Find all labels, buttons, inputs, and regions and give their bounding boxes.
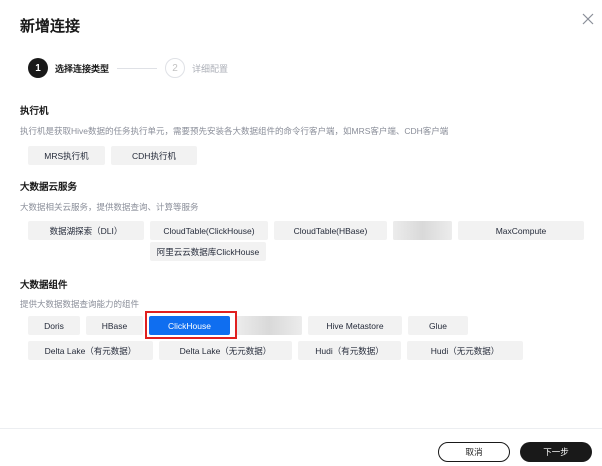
option-hudi-without-meta[interactable]: Hudi（无元数据）: [407, 341, 523, 360]
redacted-blur: [393, 221, 452, 240]
section-title-executor: 执行机: [20, 106, 49, 117]
option-dli[interactable]: 数据湖探索（DLI）: [28, 221, 144, 240]
next-step-button[interactable]: 下一步: [520, 442, 592, 462]
step-2-label: 详细配置: [192, 63, 229, 74]
option-delta-lake-with-meta[interactable]: Delta Lake（有元数据）: [28, 341, 153, 360]
cancel-button[interactable]: 取消: [438, 442, 510, 462]
stepper: 1 选择连接类型 2 详细配置: [28, 57, 228, 79]
section-desc-components: 提供大数据数据查询能力的组件: [20, 299, 140, 309]
option-maxcompute[interactable]: MaxCompute: [458, 221, 584, 240]
option-hbase[interactable]: HBase: [86, 316, 143, 335]
option-mrs-executor[interactable]: MRS执行机: [28, 146, 105, 165]
option-cloudtable-clickhouse[interactable]: CloudTable(ClickHouse): [150, 221, 268, 240]
option-doris[interactable]: Doris: [28, 316, 80, 335]
section-title-components: 大数据组件: [20, 280, 68, 291]
footer-divider: [0, 428, 602, 429]
component-options-row-2: Delta Lake（有元数据） Delta Lake（无元数据） Hudi（有…: [28, 341, 523, 360]
option-redacted-cloud[interactable]: [393, 221, 452, 240]
step-1-number: 1: [28, 58, 48, 78]
selection-highlight: [145, 311, 237, 339]
option-glue[interactable]: Glue: [408, 316, 468, 335]
option-hudi-with-meta[interactable]: Hudi（有元数据）: [298, 341, 401, 360]
step-connector: [117, 67, 158, 69]
cloud-options-row-2: 阿里云云数据库ClickHouse: [28, 242, 266, 261]
redacted-blur: [236, 316, 302, 335]
step-2-number: 2: [165, 58, 186, 78]
option-hive-metastore[interactable]: Hive Metastore: [308, 316, 402, 335]
section-title-cloud: 大数据云服务: [20, 182, 78, 193]
close-icon: [582, 13, 594, 25]
component-options-row-1: Doris HBase ClickHouse Hive Metastore Gl…: [28, 316, 468, 335]
section-desc-executor: 执行机是获取Hive数据的任务执行单元，需要预先安装各大数据组件的命令行客户端，…: [20, 126, 449, 136]
close-button[interactable]: [578, 9, 598, 29]
option-aliyun-clickhouse[interactable]: 阿里云云数据库ClickHouse: [150, 242, 266, 261]
option-redacted-component[interactable]: [236, 316, 302, 335]
option-cdh-executor[interactable]: CDH执行机: [111, 146, 197, 165]
step-1-label: 选择连接类型: [55, 63, 110, 74]
option-cloudtable-hbase[interactable]: CloudTable(HBase): [274, 221, 387, 240]
option-delta-lake-without-meta[interactable]: Delta Lake（无元数据）: [159, 341, 292, 360]
section-desc-cloud: 大数据相关云服务，提供数据查询、计算等服务: [20, 202, 199, 212]
executor-options: MRS执行机 CDH执行机: [28, 146, 197, 165]
dialog-title: 新增连接: [20, 18, 81, 35]
cloud-options-row-1: 数据湖探索（DLI） CloudTable(ClickHouse) CloudT…: [28, 221, 584, 240]
